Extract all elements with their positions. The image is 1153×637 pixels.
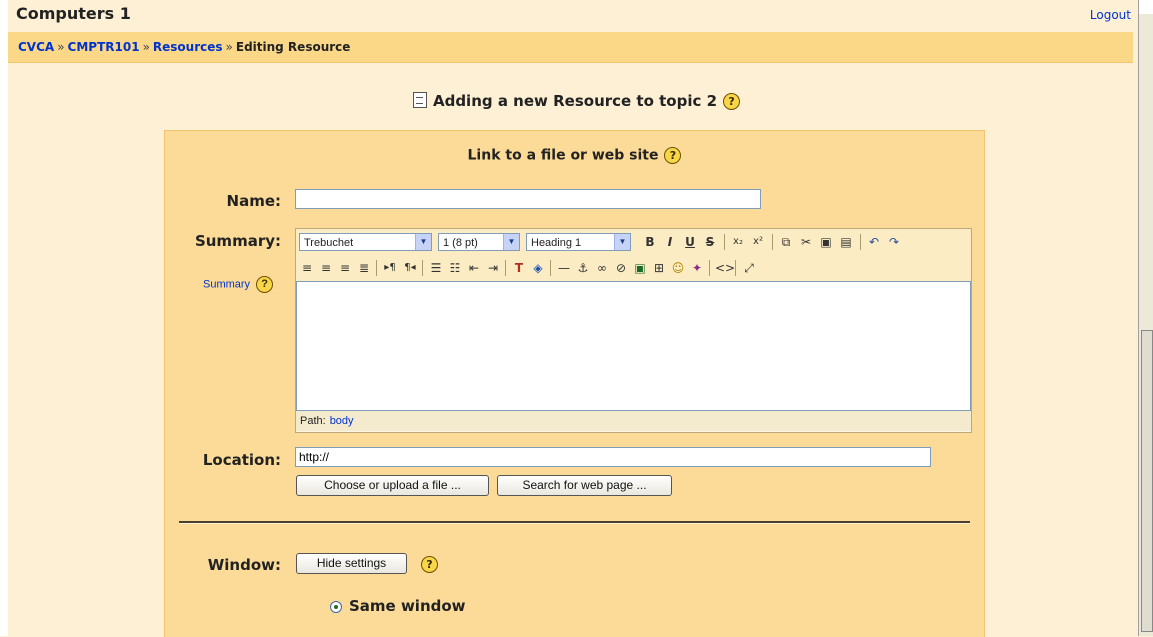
fieldset-title: Link to a file or web site? — [165, 147, 984, 164]
toolbar-divider — [550, 260, 551, 276]
text-color-icon[interactable]: T — [511, 260, 527, 276]
horizontal-rule-icon[interactable]: — — [556, 260, 572, 276]
help-icon[interactable]: ? — [421, 556, 438, 573]
subscript-icon[interactable]: x₂ — [730, 234, 746, 250]
chevron-down-icon: ▼ — [614, 234, 630, 250]
underline-icon[interactable]: U — [682, 234, 698, 250]
italic-icon[interactable]: I — [662, 234, 678, 250]
special-char-icon[interactable]: ✦ — [689, 260, 705, 276]
copy-icon[interactable]: ⧉ — [778, 234, 794, 250]
toolbar-divider — [505, 260, 506, 276]
toolbar-divider — [709, 260, 710, 276]
chevron-down-icon: ▼ — [503, 234, 519, 250]
html-source-icon[interactable]: <> — [715, 260, 735, 276]
editor-path-bar: Path: body — [296, 411, 971, 431]
section-divider — [179, 521, 970, 524]
breadcrumb-separator: » — [142, 40, 150, 54]
summary-help: Summary? — [203, 276, 274, 293]
same-window-label: Same window — [349, 597, 466, 615]
window-label: Window: — [207, 556, 281, 574]
search-web-page-button[interactable]: Search for web page ... — [497, 475, 672, 496]
breadcrumb-resources[interactable]: Resources — [153, 40, 223, 54]
page-heading: Adding a new Resource to topic 2? — [0, 92, 1153, 110]
radio-selected-dot — [334, 605, 338, 609]
breadcrumb-cmptr101[interactable]: CMPTR101 — [68, 40, 140, 54]
course-title: Computers 1 — [16, 4, 131, 23]
html-editor: Trebuchet ▼ 1 (8 pt) ▼ Heading 1 ▼ B I U S … — [295, 228, 972, 433]
background-color-icon[interactable]: ◈ — [530, 260, 546, 276]
page-heading-text: Adding a new Resource to topic 2 — [432, 92, 718, 110]
location-input[interactable] — [295, 447, 931, 467]
help-icon[interactable]: ? — [256, 276, 274, 293]
chevron-down-icon: ▼ — [415, 234, 431, 250]
redo-icon[interactable]: ↷ — [886, 234, 902, 250]
scrollbar-thumb[interactable] — [1141, 330, 1153, 632]
editor-content-area[interactable] — [296, 281, 971, 411]
strikethrough-icon[interactable]: S — [702, 234, 718, 250]
summary-help-link[interactable]: Summary — [203, 278, 250, 290]
logout-link[interactable]: Logout — [1090, 8, 1131, 22]
fieldset-title-text: Link to a file or web site — [467, 147, 659, 164]
breadcrumb: CVCA» CMPTR101» Resources» Editing Resource — [18, 40, 350, 54]
toolbar-divider — [860, 234, 861, 250]
font-family-select[interactable]: Trebuchet ▼ — [299, 233, 432, 251]
paste-icon[interactable]: ▣ — [818, 234, 834, 250]
breadcrumb-separator: » — [225, 40, 233, 54]
bold-icon[interactable]: B — [642, 234, 658, 250]
undo-icon[interactable]: ↶ — [866, 234, 882, 250]
fullscreen-icon[interactable]: ⤢ — [741, 260, 757, 276]
same-window-radio[interactable] — [330, 601, 342, 613]
summary-label: Summary: — [194, 232, 281, 250]
breadcrumb-cvca[interactable]: CVCA — [18, 40, 54, 54]
superscript-icon[interactable]: x² — [750, 234, 766, 250]
font-family-value: Trebuchet — [304, 237, 354, 249]
unlink-icon[interactable]: ⊘ — [613, 260, 629, 276]
location-label: Location: — [202, 451, 281, 469]
rtl-direction-icon[interactable]: ¶◂ — [402, 260, 418, 276]
outdent-icon[interactable]: ⇤ — [466, 260, 482, 276]
format-value: Heading 1 — [531, 237, 582, 249]
ltr-direction-icon[interactable]: ▸¶ — [382, 260, 398, 276]
ordered-list-icon[interactable]: ☰ — [428, 260, 444, 276]
breadcrumb-current: Editing Resource — [235, 40, 351, 54]
format-select[interactable]: Heading 1 ▼ — [526, 233, 631, 251]
table-icon[interactable]: ⊞ — [651, 260, 667, 276]
choose-upload-file-button[interactable]: Choose or upload a file ... — [296, 475, 489, 496]
path-label: Path: — [300, 415, 326, 427]
name-input[interactable] — [295, 189, 761, 209]
hide-settings-button[interactable]: Hide settings — [296, 553, 407, 574]
paste-word-icon[interactable]: ▤ — [838, 234, 854, 250]
resource-document-icon — [412, 92, 427, 108]
toolbar-divider — [735, 260, 736, 276]
path-body-link[interactable]: body — [330, 415, 354, 427]
cut-icon[interactable]: ✂ — [798, 234, 814, 250]
toolbar-divider — [724, 234, 725, 250]
toolbar-divider — [772, 234, 773, 250]
image-icon[interactable]: ▣ — [632, 260, 648, 276]
align-left-icon[interactable]: ≡ — [299, 260, 315, 276]
link-icon[interactable]: ∞ — [594, 260, 610, 276]
resource-form-panel: Link to a file or web site? Name: Summar… — [164, 130, 985, 637]
font-size-select[interactable]: 1 (8 pt) ▼ — [438, 233, 520, 251]
font-size-value: 1 (8 pt) — [443, 237, 478, 249]
help-icon[interactable]: ? — [664, 147, 682, 164]
toolbar-divider — [376, 260, 377, 276]
editor-toolbar-row-2: ≡ ≡ ≡ ≣ ▸¶ ¶◂ ☰ ☷ ⇤ ⇥ T ◈ — ⚓ ∞ ⊘ ▣ ⊞ ☺ … — [296, 255, 971, 281]
smiley-icon[interactable]: ☺ — [670, 260, 686, 276]
anchor-icon[interactable]: ⚓ — [575, 260, 591, 276]
justify-icon[interactable]: ≣ — [356, 260, 372, 276]
align-center-icon[interactable]: ≡ — [318, 260, 334, 276]
help-icon[interactable]: ? — [723, 93, 741, 110]
align-right-icon[interactable]: ≡ — [337, 260, 353, 276]
navigation-bar: CVCA» CMPTR101» Resources» Editing Resource — [8, 32, 1133, 63]
toolbar-divider — [422, 260, 423, 276]
breadcrumb-separator: » — [57, 40, 65, 54]
editor-toolbar-row-1: Trebuchet ▼ 1 (8 pt) ▼ Heading 1 ▼ B I U S … — [296, 229, 971, 255]
unordered-list-icon[interactable]: ☷ — [447, 260, 463, 276]
indent-icon[interactable]: ⇥ — [485, 260, 501, 276]
name-label: Name: — [226, 192, 281, 210]
scrollbar-corner — [1139, 0, 1153, 14]
